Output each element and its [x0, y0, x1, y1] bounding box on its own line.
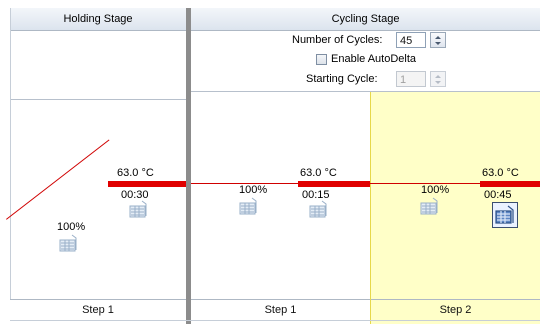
- cycling-stage-header[interactable]: Cycling Stage: [191, 8, 540, 31]
- cycles-stepper[interactable]: [430, 32, 446, 48]
- cycling-step-1-temperature-bar[interactable]: [298, 181, 370, 187]
- cycling-step-2-temperature-label[interactable]: 63.0 °C: [482, 167, 519, 179]
- holding-settings-area: [10, 31, 186, 100]
- cycling-step-2-temperature-bar[interactable]: [480, 181, 540, 187]
- holding-temperature-label[interactable]: 63.0 °C: [117, 167, 154, 179]
- chevron-down-icon: [435, 81, 441, 84]
- starting-cycle-label: Starting Cycle:: [306, 73, 378, 85]
- cycling-step-2-footer[interactable]: Step 2: [371, 299, 540, 320]
- cycling-step-2-label: Step 2: [439, 304, 472, 316]
- cycling-step-1-label: Step 1: [264, 304, 297, 316]
- holding-step-1-footer[interactable]: Step 1: [10, 299, 186, 320]
- chevron-up-icon: [435, 36, 441, 39]
- holding-ramp-rate-label[interactable]: 100%: [57, 221, 85, 233]
- cycling-step-1-temperature-label[interactable]: 63.0 °C: [300, 167, 337, 179]
- cycling-step-1-ramp-rate-label[interactable]: 100%: [239, 184, 267, 196]
- cycles-label: Number of Cycles:: [292, 34, 383, 46]
- chevron-up-icon: [435, 75, 441, 78]
- holding-stage-header[interactable]: Holding Stage: [10, 8, 186, 31]
- holding-temperature-bar[interactable]: [108, 181, 186, 187]
- cycling-step-2-time-label[interactable]: 00:45: [484, 189, 512, 201]
- chevron-down-icon: [435, 42, 441, 45]
- cycling-stage-title: Cycling Stage: [331, 13, 400, 25]
- starting-cycle-stepper[interactable]: [430, 71, 446, 87]
- bottom-border: [10, 320, 540, 321]
- holding-stage-title: Holding Stage: [63, 13, 133, 25]
- camera-icon[interactable]: [492, 202, 518, 228]
- cycles-input[interactable]: 45: [396, 32, 426, 48]
- autodelta-checkbox[interactable]: [316, 54, 327, 65]
- camera-icon[interactable]: [237, 197, 259, 217]
- camera-icon[interactable]: [307, 200, 329, 220]
- cycling-step-2-ramp-rate-label[interactable]: 100%: [421, 184, 449, 196]
- starting-cycle-input[interactable]: 1: [396, 71, 426, 87]
- cycling-step-1-footer[interactable]: Step 1: [191, 299, 370, 320]
- camera-icon[interactable]: [127, 200, 149, 220]
- top-margin: [0, 0, 540, 8]
- holding-step-1-label: Step 1: [82, 304, 114, 316]
- cycling-step-1[interactable]: [191, 92, 370, 299]
- camera-icon[interactable]: [418, 197, 440, 217]
- autodelta-label[interactable]: Enable AutoDelta: [331, 50, 416, 68]
- camera-icon[interactable]: [57, 234, 79, 254]
